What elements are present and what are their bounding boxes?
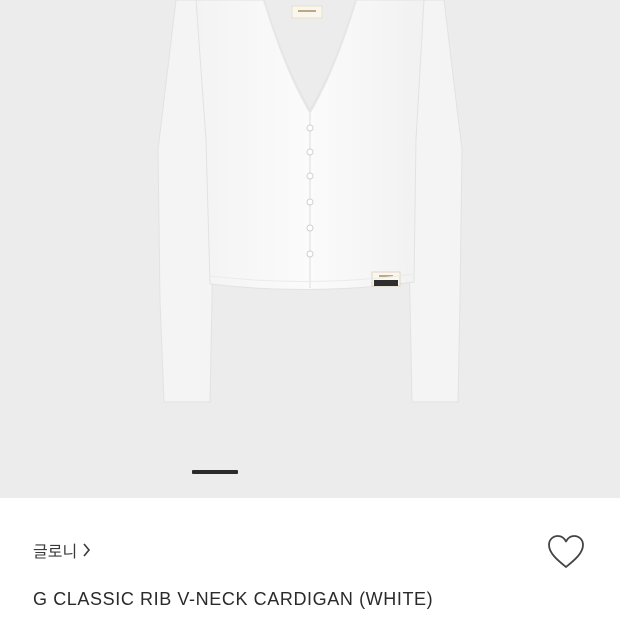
- product-image[interactable]: [0, 0, 620, 498]
- product-title: G CLASSIC RIB V-NECK CARDIGAN (WHITE): [33, 589, 434, 609]
- wishlist-heart-button[interactable]: [546, 534, 586, 570]
- chevron-right-icon: [82, 543, 91, 557]
- product-image-gallery[interactable]: [0, 0, 620, 498]
- brand-name: 글로니: [33, 544, 78, 561]
- gallery-pager-indicator: [192, 470, 238, 474]
- heart-outline-icon: [548, 535, 584, 568]
- product-info: 글로니 G CLASSIC RIB V-NECK CARDIGAN (WHITE…: [0, 498, 620, 620]
- brand-link[interactable]: 글로니: [33, 539, 91, 561]
